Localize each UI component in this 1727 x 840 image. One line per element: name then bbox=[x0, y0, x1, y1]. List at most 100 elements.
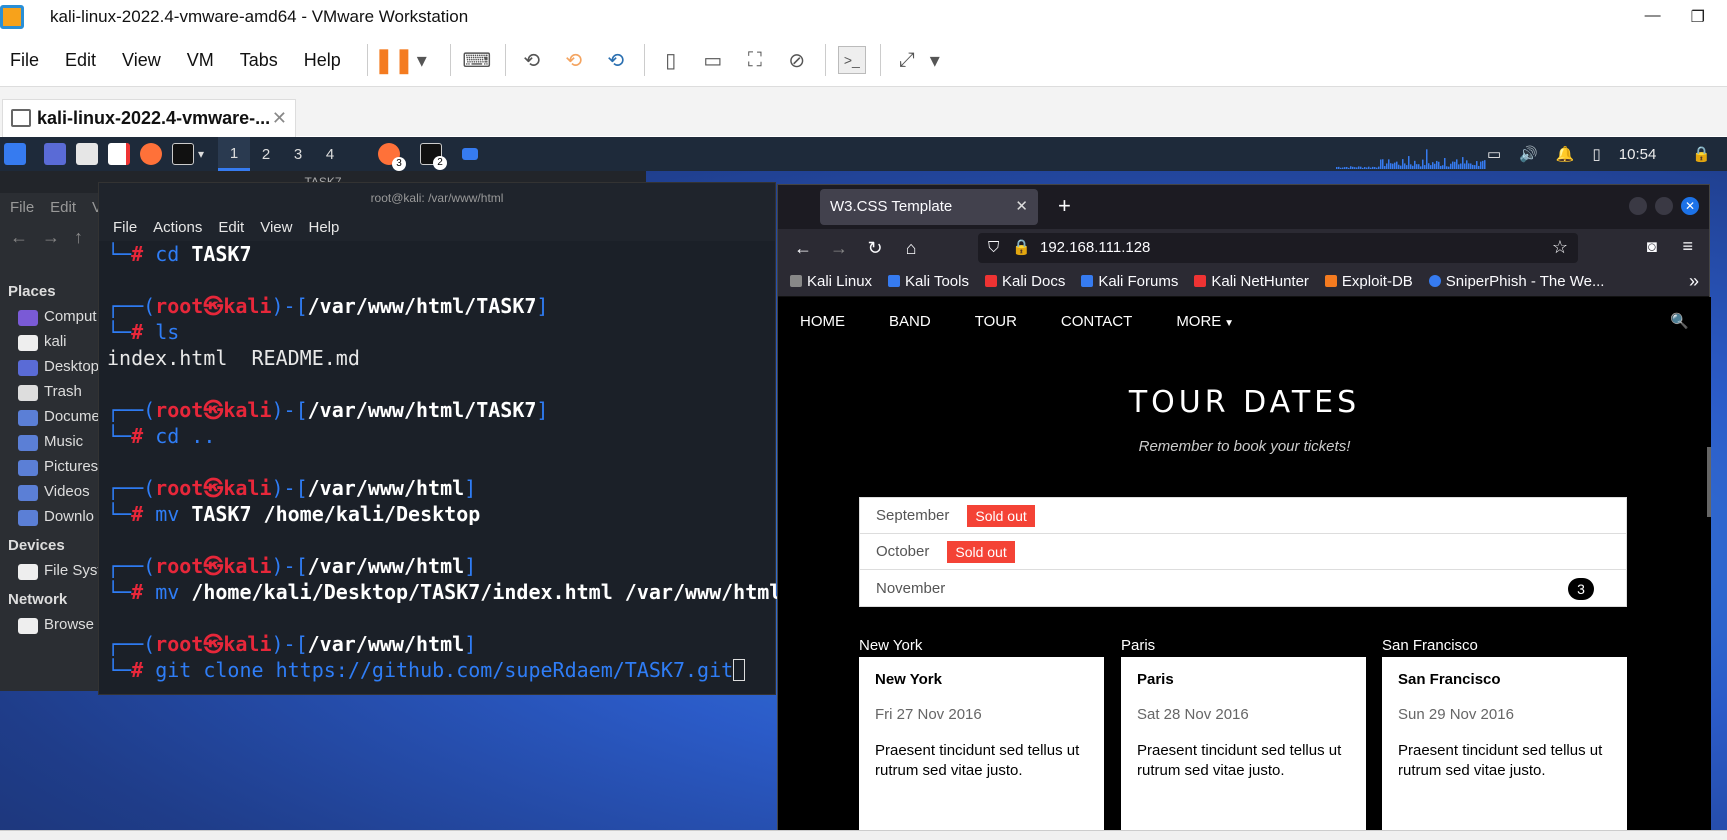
close-icon[interactable]: ✕ bbox=[1015, 197, 1028, 215]
term-menu-view[interactable]: View bbox=[260, 219, 292, 236]
stretch-icon[interactable]: ⤢ bbox=[893, 46, 921, 74]
url-bar[interactable]: ⛉ 🔒 192.168.111.128 ☆ bbox=[978, 233, 1578, 263]
term-menu-file[interactable]: File bbox=[113, 219, 137, 236]
workspace-2[interactable]: 2 bbox=[250, 146, 282, 163]
sidebar-item-trash[interactable]: Trash bbox=[0, 379, 100, 404]
firefox-icon[interactable] bbox=[140, 143, 162, 165]
menu-help[interactable]: Help bbox=[304, 50, 341, 71]
cpu-graph-bar bbox=[1468, 163, 1470, 169]
cpu-graph-bar bbox=[1346, 166, 1348, 169]
nav-home[interactable]: HOME bbox=[778, 313, 867, 330]
reload-icon[interactable]: ↻ bbox=[864, 238, 886, 259]
vm-tab[interactable]: kali-linux-2022.4-vmware-... ✕ bbox=[2, 99, 296, 137]
forward-arrow-icon[interactable]: → bbox=[42, 227, 60, 248]
nav-contact[interactable]: CONTACT bbox=[1039, 313, 1154, 330]
cpu-graph-bar bbox=[1434, 163, 1436, 169]
sidebar-item-videos[interactable]: Videos bbox=[0, 479, 100, 504]
fullscreen-icon[interactable]: ⛶ bbox=[741, 46, 769, 74]
lock-icon[interactable]: 🔒 bbox=[1012, 238, 1031, 256]
nav-band[interactable]: BAND bbox=[867, 313, 953, 330]
terminal-icon[interactable] bbox=[172, 143, 194, 165]
close-icon[interactable]: ✕ bbox=[1681, 197, 1699, 215]
volume-icon[interactable]: 🔊 bbox=[1519, 145, 1538, 163]
menu-tabs[interactable]: Tabs bbox=[240, 50, 278, 71]
chevron-down-icon[interactable]: ▾ bbox=[921, 46, 949, 74]
sidebar-item-desktop[interactable]: Desktop bbox=[0, 354, 100, 379]
pocket-icon[interactable]: ◙ bbox=[1647, 237, 1657, 257]
text-editor-icon[interactable] bbox=[108, 143, 130, 165]
chevron-down-icon[interactable]: ▾ bbox=[198, 147, 204, 161]
bookmark-kali-linux[interactable]: Kali Linux bbox=[790, 273, 872, 290]
menu-view[interactable]: View bbox=[122, 50, 161, 71]
hamburger-menu-icon[interactable]: ≡ bbox=[1682, 236, 1693, 257]
page-scrollbar[interactable] bbox=[1707, 447, 1711, 517]
file-manager-icon[interactable] bbox=[76, 143, 98, 165]
menu-file[interactable]: File bbox=[10, 50, 39, 71]
show-desktop-icon[interactable] bbox=[44, 143, 66, 165]
clock[interactable]: 10:54 bbox=[1619, 146, 1657, 163]
terminal-window[interactable]: root@kali: /var/www/html File Actions Ed… bbox=[98, 182, 781, 695]
display-icon[interactable]: ▭ bbox=[1487, 145, 1501, 163]
terminal-task-icon[interactable]: 2 bbox=[420, 143, 448, 170]
ff-tab[interactable]: W3.CSS Template ✕ bbox=[820, 189, 1038, 225]
kali-menu-icon[interactable] bbox=[4, 143, 26, 165]
bookmark-kali-forums[interactable]: Kali Forums bbox=[1081, 273, 1178, 290]
firefox-task-icon[interactable]: 3 bbox=[378, 143, 407, 171]
shield-icon[interactable]: ⛉ bbox=[988, 239, 999, 256]
back-arrow-icon[interactable]: ← bbox=[10, 227, 28, 248]
send-keys-icon[interactable]: ⌨ bbox=[462, 46, 491, 74]
menu-edit[interactable]: Edit bbox=[65, 50, 96, 71]
bookmark-kali-tools[interactable]: Kali Tools bbox=[888, 273, 969, 290]
workspace-3[interactable]: 3 bbox=[282, 146, 314, 163]
restore-icon[interactable]: ❐ bbox=[1691, 7, 1705, 27]
revert-snapshot-icon[interactable]: ⟲ bbox=[560, 46, 588, 74]
fm-menu-edit[interactable]: Edit bbox=[50, 199, 76, 216]
search-icon[interactable]: 🔍 bbox=[1670, 312, 1689, 330]
close-icon[interactable]: ✕ bbox=[272, 108, 287, 129]
nav-tour[interactable]: TOUR bbox=[953, 313, 1039, 330]
sidebar-item-pictures[interactable]: Pictures bbox=[0, 454, 100, 479]
minimize-icon[interactable] bbox=[1629, 197, 1647, 215]
back-arrow-icon[interactable]: ← bbox=[792, 238, 814, 259]
bookmark-kali-nethunter[interactable]: Kali NetHunter bbox=[1194, 273, 1309, 290]
sidebar-item-kali[interactable]: kali bbox=[0, 329, 100, 354]
chevron-down-icon[interactable]: ▾ bbox=[408, 46, 436, 74]
bookmark-sniperphish[interactable]: SniperPhish - The We... bbox=[1428, 273, 1604, 290]
console-icon[interactable]: >_ bbox=[837, 46, 866, 74]
term-menu-actions[interactable]: Actions bbox=[153, 219, 202, 236]
workspace-4[interactable]: 4 bbox=[314, 146, 346, 163]
sidebar-item-music[interactable]: Music bbox=[0, 429, 100, 454]
nav-more[interactable]: MORE ▼ bbox=[1154, 313, 1256, 330]
sidebar-item-browse-network[interactable]: Browse bbox=[0, 612, 100, 637]
home-icon[interactable]: ⌂ bbox=[900, 238, 922, 259]
sidebar-item-documents[interactable]: Docume bbox=[0, 404, 100, 429]
snapshot-icon[interactable]: ⟲ bbox=[518, 46, 546, 74]
unity-icon[interactable]: ⊘ bbox=[783, 46, 811, 74]
term-menu-help[interactable]: Help bbox=[308, 219, 339, 236]
chevron-right-double-icon[interactable]: » bbox=[1689, 271, 1699, 292]
forward-arrow-icon[interactable]: → bbox=[828, 238, 850, 259]
workspace-1[interactable]: 1 bbox=[218, 137, 251, 171]
thumbnail-icon[interactable]: ▭ bbox=[699, 46, 727, 74]
new-tab-icon[interactable]: + bbox=[1058, 193, 1071, 219]
lock-icon[interactable]: 🔒 bbox=[1692, 145, 1711, 163]
maximize-icon[interactable] bbox=[1655, 197, 1673, 215]
notification-bell-icon[interactable]: 🔔 bbox=[1556, 145, 1575, 163]
sidebar-item-filesystem[interactable]: File Syst bbox=[0, 558, 100, 583]
snapshot-manager-icon[interactable]: ⟲ bbox=[602, 46, 630, 74]
bookmark-kali-docs[interactable]: Kali Docs bbox=[984, 273, 1065, 290]
up-arrow-icon[interactable]: ↑ bbox=[74, 227, 83, 248]
menu-vm[interactable]: VM bbox=[187, 50, 214, 71]
terminal-output[interactable]: └─# cd TASK7 ┌──(root㉿kali)-[/var/www/htm… bbox=[99, 241, 781, 683]
bookmark-exploit-db[interactable]: Exploit-DB bbox=[1324, 273, 1413, 290]
sidebar-item-downloads[interactable]: Downlo bbox=[0, 504, 100, 529]
library-icon[interactable]: ▯ bbox=[657, 46, 685, 74]
list-item: September Sold out bbox=[860, 498, 1626, 534]
term-menu-edit[interactable]: Edit bbox=[218, 219, 244, 236]
folder-task-icon[interactable] bbox=[462, 148, 479, 160]
sidebar-item-computer[interactable]: Comput bbox=[0, 304, 100, 329]
fm-menu-file[interactable]: File bbox=[10, 199, 34, 216]
pause-icon[interactable]: ❚❚ bbox=[374, 46, 414, 74]
minimize-icon[interactable]: — bbox=[1645, 7, 1661, 27]
star-icon[interactable]: ☆ bbox=[1552, 237, 1568, 258]
